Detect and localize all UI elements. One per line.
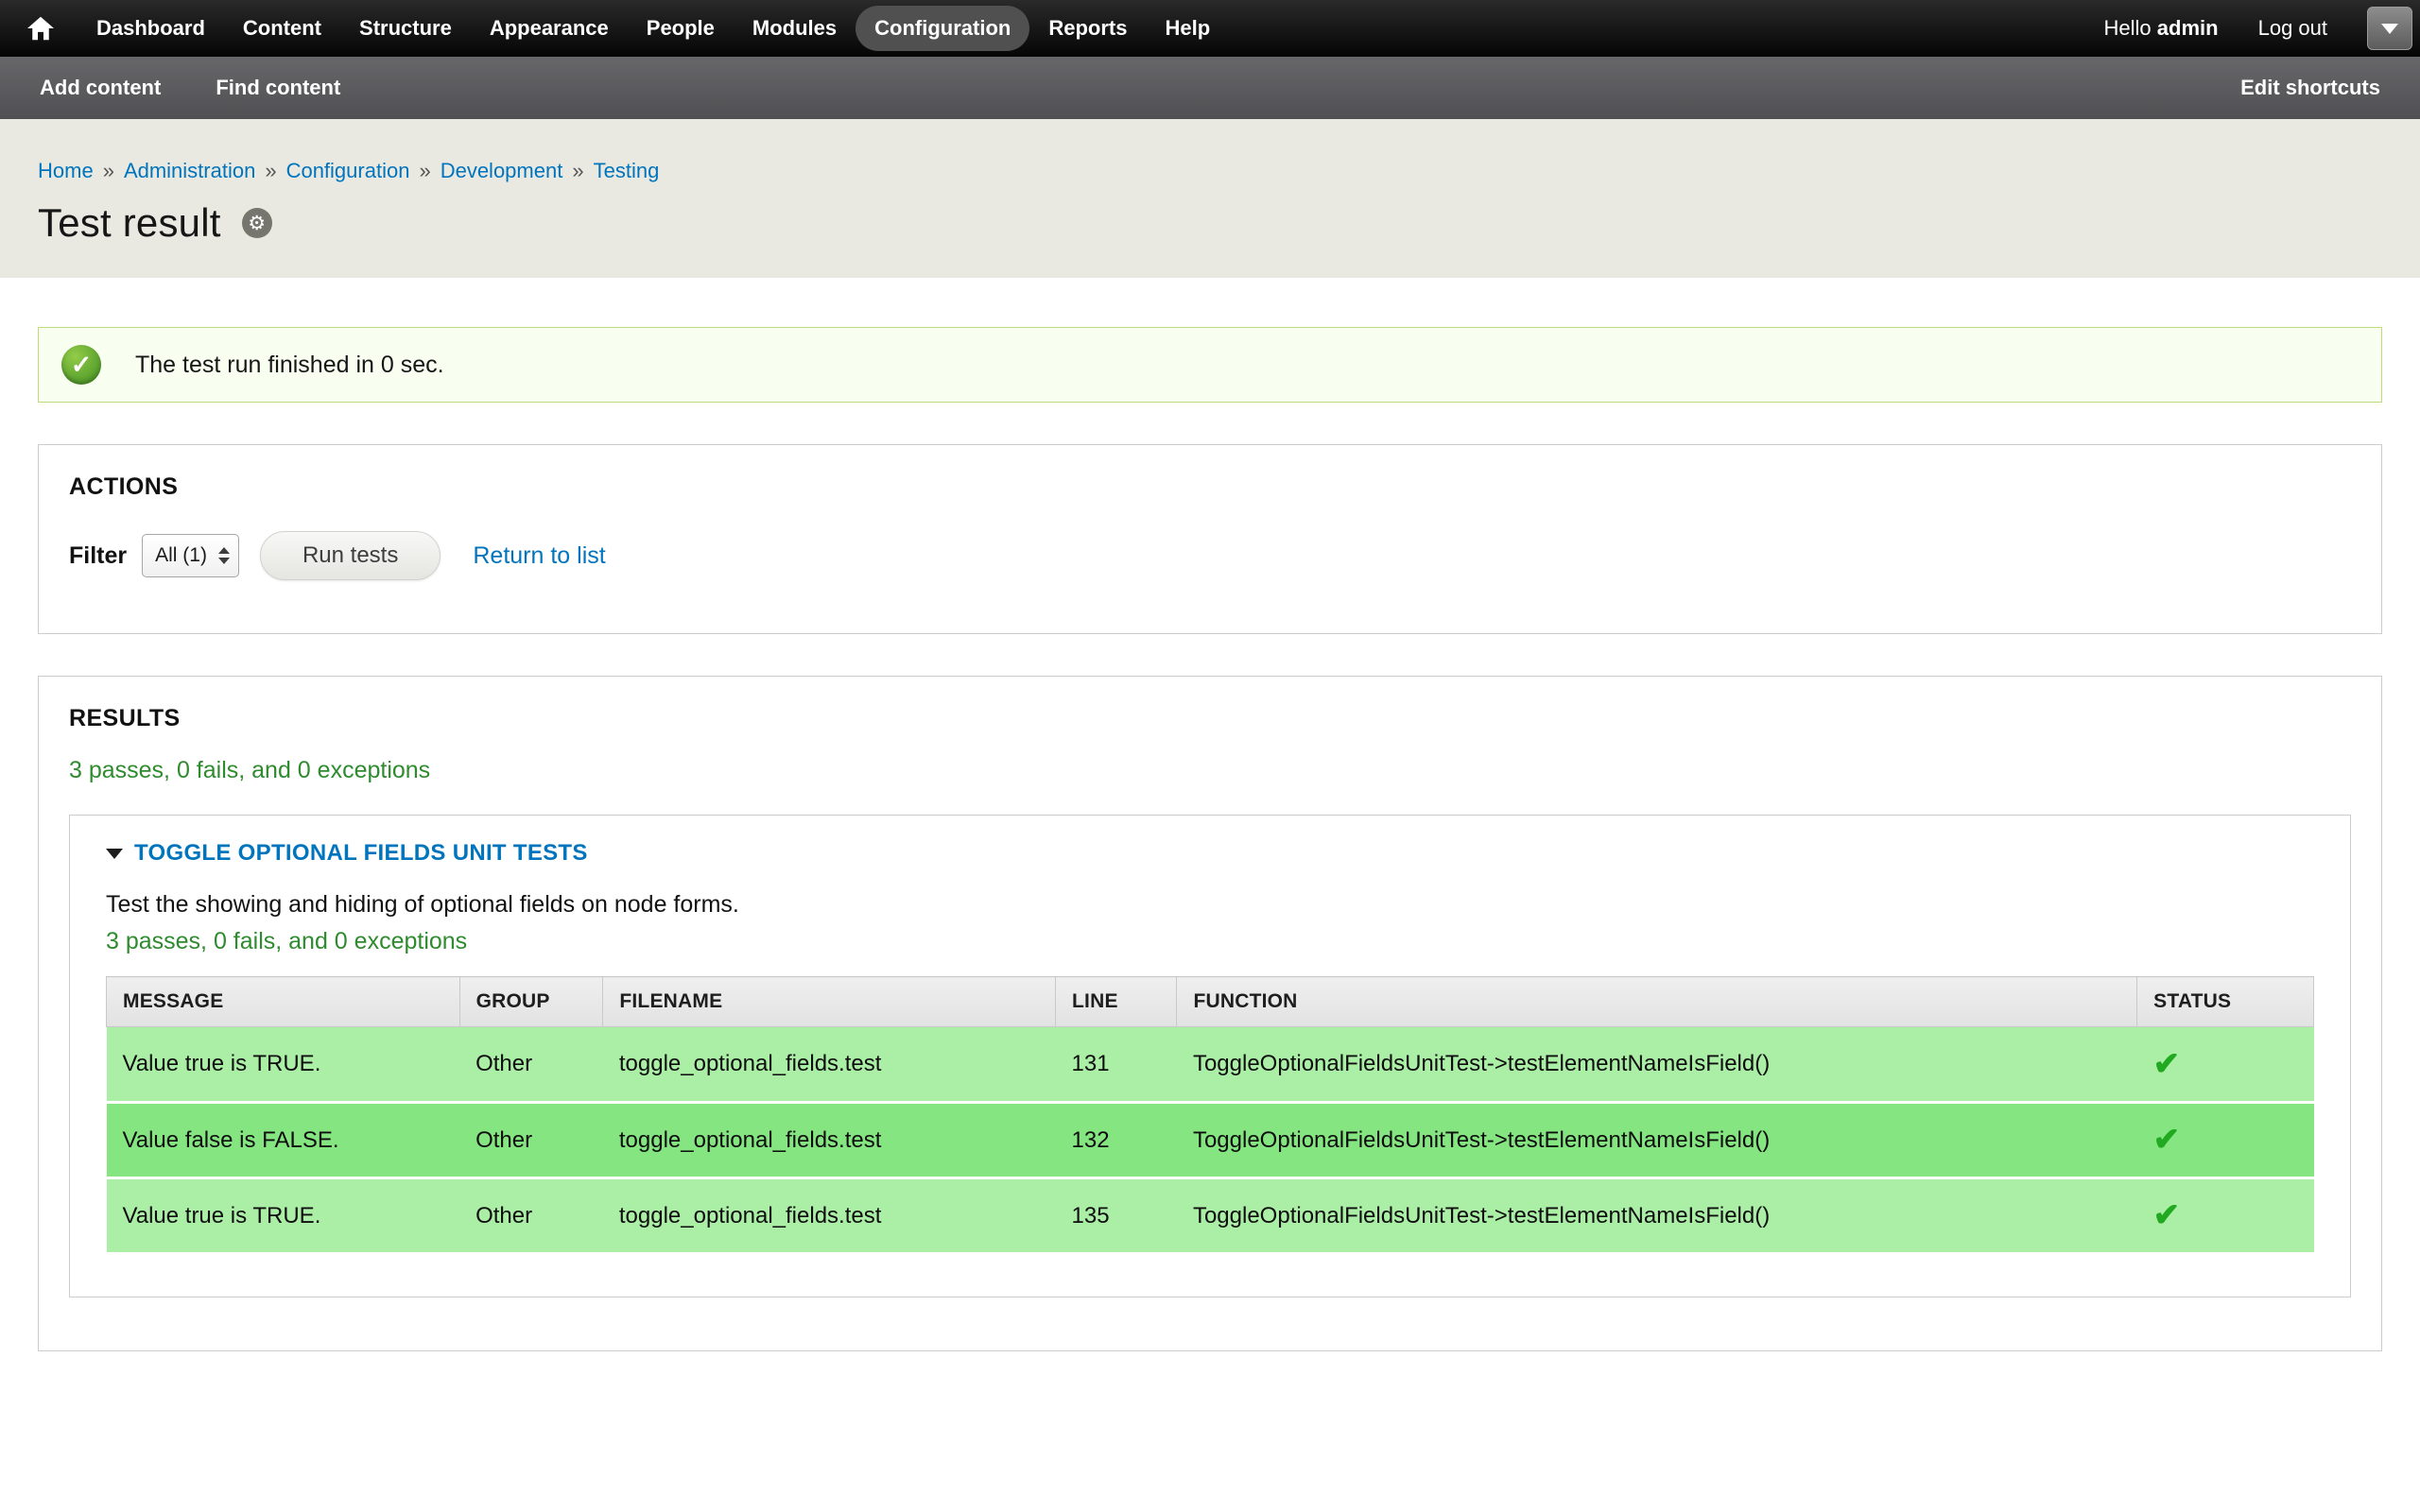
filter-select-value: All (1) [155,544,207,567]
cell-function: ToggleOptionalFieldsUnitTest->testElemen… [1177,1103,2137,1178]
toolbar-item-dashboard[interactable]: Dashboard [78,6,224,51]
breadcrumb-home[interactable]: Home [38,159,94,182]
test-group-toggle[interactable]: TOGGLE OPTIONAL FIELDS UNIT TESTS [106,840,588,867]
return-to-list-link[interactable]: Return to list [473,542,605,570]
cell-message: Value false is FALSE. [107,1103,460,1178]
actions-fieldset: ACTIONS Filter All (1) Run tests Return … [38,444,2382,634]
home-button[interactable] [13,0,68,57]
breadcrumb-development[interactable]: Development [441,159,563,182]
cell-line: 131 [1056,1027,1177,1103]
col-header-group: GROUP [459,977,603,1027]
breadcrumb-separator: » [103,159,114,182]
breadcrumb-separator: » [572,159,583,182]
toolbar-item-appearance[interactable]: Appearance [471,6,628,51]
cell-message: Value true is TRUE. [107,1178,460,1254]
toolbar-item-modules[interactable]: Modules [734,6,856,51]
greeting-prefix: Hello [2104,16,2152,40]
cell-filename: toggle_optional_fields.test [603,1178,1056,1254]
cell-line: 132 [1056,1103,1177,1178]
toolbar-user-area: Hello admin Log out [2104,16,2327,41]
edit-shortcuts-link[interactable]: Edit shortcuts [2240,76,2380,100]
results-table: MESSAGE GROUP FILENAME LINE FUNCTION STA… [106,976,2314,1255]
cell-function: ToggleOptionalFieldsUnitTest->testElemen… [1177,1027,2137,1103]
results-fieldset: RESULTS 3 passes, 0 fails, and 0 excepti… [38,676,2382,1351]
cell-message: Value true is TRUE. [107,1027,460,1103]
status-message: ✓ The test run finished in 0 sec. [38,327,2382,403]
username: admin [2157,16,2219,40]
cell-function: ToggleOptionalFieldsUnitTest->testElemen… [1177,1178,2137,1254]
chevron-down-icon [2381,24,2398,34]
cell-group: Other [459,1027,603,1103]
cell-line: 135 [1056,1178,1177,1254]
table-row: Value true is TRUE. Other toggle_optiona… [107,1178,2314,1254]
toolbar-menu: Dashboard Content Structure Appearance P… [78,6,1229,51]
toolbar-item-structure[interactable]: Structure [340,6,471,51]
col-header-message: MESSAGE [107,977,460,1027]
results-table-header-row: MESSAGE GROUP FILENAME LINE FUNCTION STA… [107,977,2314,1027]
filter-label: Filter [69,542,127,570]
cell-filename: toggle_optional_fields.test [603,1027,1056,1103]
contextual-gear-icon[interactable]: ⚙ [242,208,272,238]
page-header: Home » Administration » Configuration » Develo… [0,119,2420,278]
breadcrumb-separator: » [265,159,276,182]
breadcrumb: Home » Administration » Configuration » Develo… [38,159,2382,183]
results-legend: RESULTS [69,705,2351,732]
pass-check-icon: ✔ [2153,1197,2181,1233]
filter-select[interactable]: All (1) [142,534,239,577]
results-table-body: Value true is TRUE. Other toggle_optiona… [107,1027,2314,1254]
shortcuts-bar: Add content Find content Edit shortcuts [0,57,2420,119]
breadcrumb-administration[interactable]: Administration [124,159,255,182]
toolbar-item-help[interactable]: Help [1146,6,1229,51]
col-header-function: FUNCTION [1177,977,2137,1027]
user-greeting-link[interactable]: Hello admin [2104,16,2219,41]
select-stepper-icon [218,547,230,564]
status-message-text: The test run finished in 0 sec. [135,352,444,379]
results-summary: 3 passes, 0 fails, and 0 exceptions [69,757,2351,784]
table-row: Value true is TRUE. Other toggle_optiona… [107,1027,2314,1103]
col-header-status: STATUS [2137,977,2314,1027]
breadcrumb-testing[interactable]: Testing [594,159,660,182]
table-row: Value false is FALSE. Other toggle_optio… [107,1103,2314,1178]
cell-status: ✔ [2137,1103,2314,1178]
cell-group: Other [459,1178,603,1254]
collapse-arrow-icon [106,849,123,859]
toolbar-item-reports[interactable]: Reports [1029,6,1146,51]
cell-group: Other [459,1103,603,1178]
cell-status: ✔ [2137,1178,2314,1254]
main-content: ✓ The test run finished in 0 sec. ACTION… [0,327,2420,1389]
cell-filename: toggle_optional_fields.test [603,1103,1056,1178]
toolbar-item-content[interactable]: Content [224,6,340,51]
toolbar-toggle-button[interactable] [2367,7,2412,50]
test-group-title: TOGGLE OPTIONAL FIELDS UNIT TESTS [134,840,588,867]
status-ok-icon: ✓ [61,345,101,385]
shortcut-find-content[interactable]: Find content [216,76,340,100]
logout-link[interactable]: Log out [2258,16,2327,41]
page-title: Test result [38,200,221,246]
col-header-filename: FILENAME [603,977,1056,1027]
run-tests-button[interactable]: Run tests [260,531,441,580]
home-icon [27,16,54,41]
actions-legend: ACTIONS [69,473,2351,501]
test-group-summary: 3 passes, 0 fails, and 0 exceptions [106,928,2314,955]
test-group-fieldset: TOGGLE OPTIONAL FIELDS UNIT TESTS Test t… [69,815,2351,1297]
col-header-line: LINE [1056,977,1177,1027]
breadcrumb-separator: » [419,159,430,182]
toolbar-item-configuration[interactable]: Configuration [856,6,1029,51]
test-group-description: Test the showing and hiding of optional … [106,891,2314,919]
shortcut-add-content[interactable]: Add content [40,76,161,100]
pass-check-icon: ✔ [2153,1122,2181,1158]
toolbar-item-people[interactable]: People [628,6,734,51]
cell-status: ✔ [2137,1027,2314,1103]
admin-toolbar: Dashboard Content Structure Appearance P… [0,0,2420,57]
breadcrumb-configuration[interactable]: Configuration [286,159,410,182]
pass-check-icon: ✔ [2153,1046,2181,1082]
